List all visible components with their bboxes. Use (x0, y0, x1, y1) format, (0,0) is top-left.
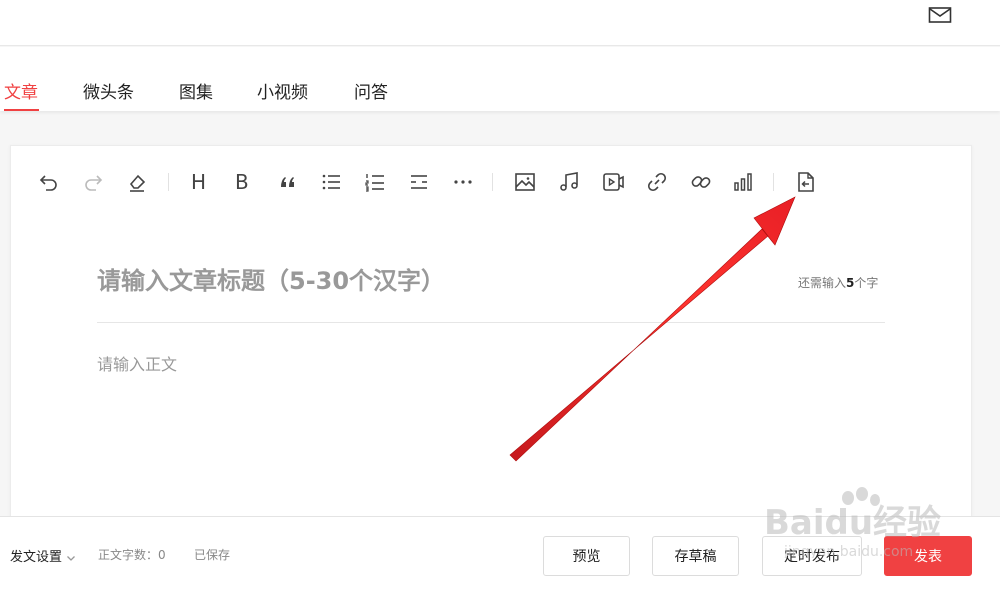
title-input[interactable] (97, 261, 787, 301)
editor-toolbar: H B (11, 146, 971, 218)
title-divider (97, 322, 885, 323)
undo-icon[interactable] (37, 170, 61, 194)
body-input[interactable] (97, 351, 885, 501)
toolbar-separator (168, 173, 169, 191)
save-draft-button[interactable]: 存草稿 (652, 536, 739, 576)
chart-icon[interactable] (731, 170, 755, 194)
mail-icon[interactable] (928, 5, 952, 25)
numbered-list-icon[interactable] (363, 170, 387, 194)
counter-suffix: 个字 (854, 276, 879, 290)
attachment-link-icon[interactable] (689, 170, 713, 194)
title-char-counter: 还需输入5个字 (798, 274, 878, 291)
schedule-publish-button[interactable]: 定时发布 (762, 536, 862, 576)
publish-settings-dropdown[interactable]: 发文设置 (10, 546, 76, 565)
import-document-icon[interactable] (794, 170, 818, 194)
publish-settings-label: 发文设置 (10, 550, 63, 565)
video-icon[interactable] (601, 170, 625, 194)
more-icon[interactable] (451, 170, 475, 194)
divider-icon[interactable] (407, 170, 431, 194)
article-editor: H B 请输入文章标题（5-30个汉字） 还需输入5个字 请输入正文 (10, 145, 972, 525)
heading-icon[interactable]: H (191, 170, 206, 194)
chevron-down-icon (67, 555, 75, 561)
publish-bar: 发文设置 正文字数：0 已保存 预览 存草稿 定时发布 发表 (0, 516, 1000, 590)
save-status: 已保存 (194, 548, 231, 562)
tab-short-video[interactable]: 小视频 (257, 78, 308, 103)
bullet-list-icon[interactable] (319, 170, 343, 194)
tab-qa[interactable]: 问答 (354, 78, 388, 103)
bold-icon[interactable]: B (235, 170, 249, 194)
clear-format-icon[interactable] (125, 170, 149, 194)
active-tab-indicator (4, 109, 39, 111)
tab-article[interactable]: 文章 (4, 78, 38, 103)
music-icon[interactable] (557, 170, 581, 194)
tab-micro-headline[interactable]: 微头条 (83, 78, 134, 103)
toolbar-separator (773, 173, 774, 191)
counter-prefix: 还需输入 (798, 276, 847, 290)
content-type-tabs: 文章 微头条 图集 小视频 问答 (0, 47, 1000, 111)
quote-icon[interactable] (276, 170, 300, 194)
link-icon[interactable] (645, 170, 669, 194)
redo-icon[interactable] (81, 170, 105, 194)
toolbar-separator (492, 173, 493, 191)
word-count: 正文字数：0 (98, 548, 166, 562)
image-icon[interactable] (513, 170, 537, 194)
tab-gallery[interactable]: 图集 (179, 78, 213, 103)
top-bar (0, 0, 1000, 46)
publish-button[interactable]: 发表 (884, 536, 972, 576)
preview-button[interactable]: 预览 (543, 536, 630, 576)
